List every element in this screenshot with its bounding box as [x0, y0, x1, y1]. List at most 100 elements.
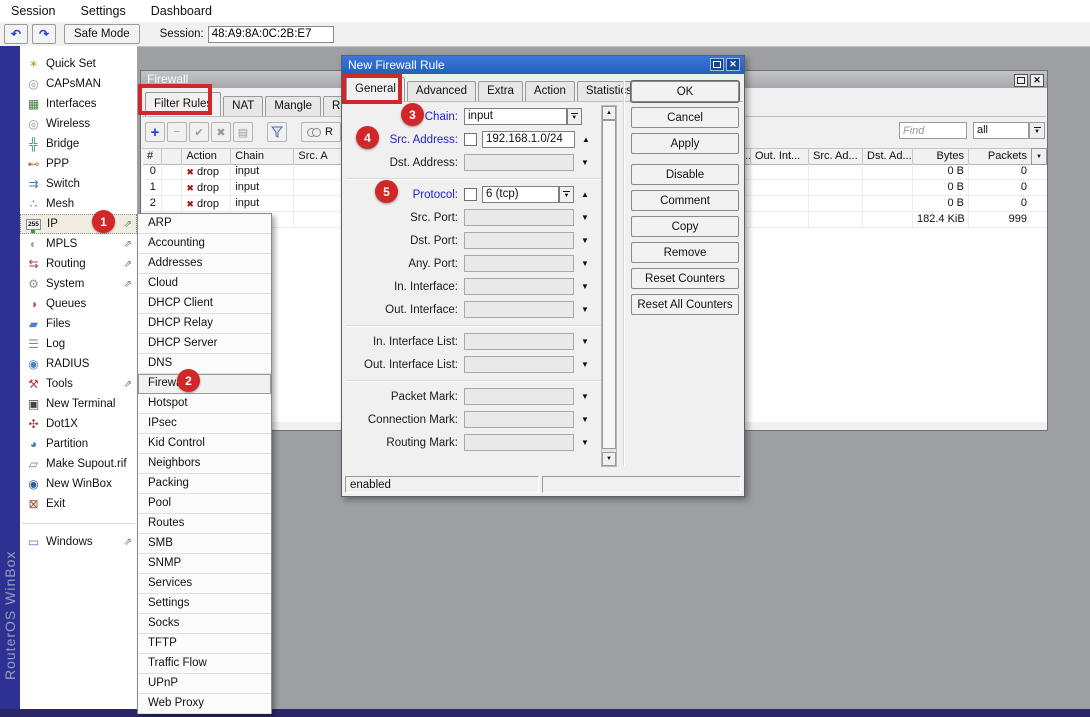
expand-arrow-icon[interactable]: ▲	[581, 190, 591, 199]
column-chooser-button[interactable]: ▼	[1031, 148, 1047, 165]
field-input[interactable]	[464, 333, 574, 350]
column-header-dst-address-list[interactable]: Dst. Ad...	[863, 149, 913, 164]
ip-submenu-accounting[interactable]: Accounting	[138, 234, 271, 254]
table-row[interactable]: 1 ✖drop input	[143, 180, 345, 196]
ip-submenu-socks[interactable]: Socks	[138, 614, 271, 634]
column-header-out-interface[interactable]: Out. Int...	[751, 149, 809, 164]
dialog-tab-action[interactable]: Action	[525, 81, 575, 101]
ip-submenu-neighbors[interactable]: Neighbors	[138, 454, 271, 474]
dropdown-button[interactable]: ▼	[559, 186, 574, 203]
ip-submenu-cloud[interactable]: Cloud	[138, 274, 271, 294]
ip-submenu-web-proxy[interactable]: Web Proxy	[138, 694, 271, 714]
ip-submenu-smb[interactable]: SMB	[138, 534, 271, 554]
ip-submenu-settings[interactable]: Settings	[138, 594, 271, 614]
find-input[interactable]	[899, 122, 967, 139]
undo-button[interactable]: ↶	[4, 24, 28, 44]
expand-arrow-icon[interactable]: ▲	[582, 135, 592, 144]
sidebar-item-bridge[interactable]: ╬ Bridge ⇗	[20, 134, 137, 154]
menu-session[interactable]: Session	[0, 4, 66, 18]
column-header-bytes[interactable]: Bytes	[913, 149, 969, 164]
sidebar-item-ppp[interactable]: ⊷ PPP ⇗	[20, 154, 137, 174]
sidebar-item-quick-set[interactable]: ✶ Quick Set ⇗	[20, 54, 137, 74]
sidebar-item-queues[interactable]: ◑ Queues ⇗	[20, 294, 137, 314]
expand-arrow-icon[interactable]: ▼	[581, 236, 591, 245]
table-row[interactable]: 182.4 KiB 999	[738, 212, 1047, 228]
column-header-flags[interactable]	[162, 149, 183, 164]
column-header-src-address[interactable]: Src. A	[294, 149, 345, 164]
table-row[interactable]: 0 B 0	[738, 164, 1047, 180]
expand-arrow-icon[interactable]: ▼	[581, 360, 591, 369]
table-row[interactable]: 0 ✖drop input	[143, 164, 345, 180]
field-input[interactable]: input	[464, 108, 567, 125]
ip-submenu-dhcp-server[interactable]: DHCP Server	[138, 334, 271, 354]
filter-scope-select[interactable]: all	[973, 122, 1029, 139]
tab-mangle[interactable]: Mangle	[265, 96, 321, 116]
disable-button[interactable]: Disable	[631, 164, 739, 185]
sidebar-item-mesh[interactable]: ∴ Mesh ⇗	[20, 194, 137, 214]
remove-rule-button[interactable]: −	[167, 122, 187, 142]
table-row[interactable]: 2 ✖drop input	[143, 196, 345, 212]
sidebar-item-capsman[interactable]: ◎ CAPsMAN ⇗	[20, 74, 137, 94]
field-input[interactable]: 6 (tcp)	[482, 186, 559, 203]
field-input[interactable]	[464, 278, 574, 295]
field-input[interactable]	[464, 301, 574, 318]
ip-submenu-dhcp-relay[interactable]: DHCP Relay	[138, 314, 271, 334]
field-input[interactable]: 192.168.1.0/24	[482, 131, 575, 148]
sidebar-item-exit[interactable]: ⊠ Exit ⇗	[20, 494, 137, 514]
ip-submenu-routes[interactable]: Routes	[138, 514, 271, 534]
filter-button[interactable]	[267, 122, 287, 142]
ip-submenu-snmp[interactable]: SNMP	[138, 554, 271, 574]
sidebar-item-routing[interactable]: ⇆ Routing ⇗	[20, 254, 137, 274]
cancel-button[interactable]: Cancel	[631, 107, 739, 128]
ip-submenu-packing[interactable]: Packing	[138, 474, 271, 494]
sidebar-item-mpls[interactable]: ◐ MPLS ⇗	[20, 234, 137, 254]
expand-arrow-icon[interactable]: ▼	[581, 213, 591, 222]
field-checkbox[interactable]	[464, 133, 477, 146]
ip-submenu-hotspot[interactable]: Hotspot	[138, 394, 271, 414]
scrollbar-thumb[interactable]	[602, 120, 616, 449]
ip-submenu-dhcp-client[interactable]: DHCP Client	[138, 294, 271, 314]
menu-settings[interactable]: Settings	[70, 4, 137, 18]
sidebar-item-files[interactable]: ▰ Files ⇗	[20, 314, 137, 334]
dialog-tab-advanced[interactable]: Advanced	[407, 81, 476, 101]
maximize-button[interactable]	[710, 58, 724, 71]
ip-submenu-services[interactable]: Services	[138, 574, 271, 594]
field-input[interactable]	[464, 388, 574, 405]
sidebar-item-dot1x[interactable]: ✣ Dot1X ⇗	[20, 414, 137, 434]
sidebar-item-tools[interactable]: ⚒ Tools ⇗	[20, 374, 137, 394]
column-header-src-address-list[interactable]: Src. Ad...	[809, 149, 863, 164]
close-button[interactable]: ✕	[1030, 74, 1044, 87]
field-input[interactable]	[464, 209, 574, 226]
dialog-tab-extra[interactable]: Extra	[478, 81, 523, 101]
copy-button[interactable]: Copy	[631, 216, 739, 237]
sidebar-item-partition[interactable]: ◕ Partition ⇗	[20, 434, 137, 454]
menu-dashboard[interactable]: Dashboard	[140, 4, 223, 18]
expand-arrow-icon[interactable]: ▼	[581, 158, 591, 167]
close-button[interactable]: ✕	[726, 58, 740, 71]
expand-arrow-icon[interactable]: ▼	[581, 415, 591, 424]
field-input[interactable]	[464, 434, 574, 451]
disable-rule-button[interactable]: ✖	[211, 122, 231, 142]
remove-button[interactable]: Remove	[631, 242, 739, 263]
comment-rule-button[interactable]: ▤	[233, 122, 253, 142]
field-input[interactable]	[464, 411, 574, 428]
field-input[interactable]	[464, 356, 574, 373]
ip-submenu-upnp[interactable]: UPnP	[138, 674, 271, 694]
column-header-action[interactable]: Action	[182, 149, 231, 164]
maximize-button[interactable]	[1014, 74, 1028, 87]
ip-submenu-addresses[interactable]: Addresses	[138, 254, 271, 274]
sidebar-item-interfaces[interactable]: ▦ Interfaces ⇗	[20, 94, 137, 114]
reset-counters-button[interactable]: Reset Counters	[631, 268, 739, 289]
field-input[interactable]	[464, 232, 574, 249]
table-row[interactable]: 0 B 0	[738, 196, 1047, 212]
sidebar-item-system[interactable]: ⚙ System ⇗	[20, 274, 137, 294]
ip-submenu-kid-control[interactable]: Kid Control	[138, 434, 271, 454]
sidebar-item-make-supout[interactable]: ▱ Make Supout.rif ⇗	[20, 454, 137, 474]
tab-nat[interactable]: NAT	[223, 96, 263, 116]
reset-all-counters-button[interactable]: Reset All Counters	[631, 294, 739, 315]
ip-submenu-dns[interactable]: DNS	[138, 354, 271, 374]
scroll-down-button[interactable]: ▼	[602, 452, 616, 466]
field-checkbox[interactable]	[464, 188, 477, 201]
dialog-titlebar[interactable]: New Firewall Rule	[342, 56, 744, 74]
sidebar-item-wireless[interactable]: ◎ Wireless ⇗	[20, 114, 137, 134]
